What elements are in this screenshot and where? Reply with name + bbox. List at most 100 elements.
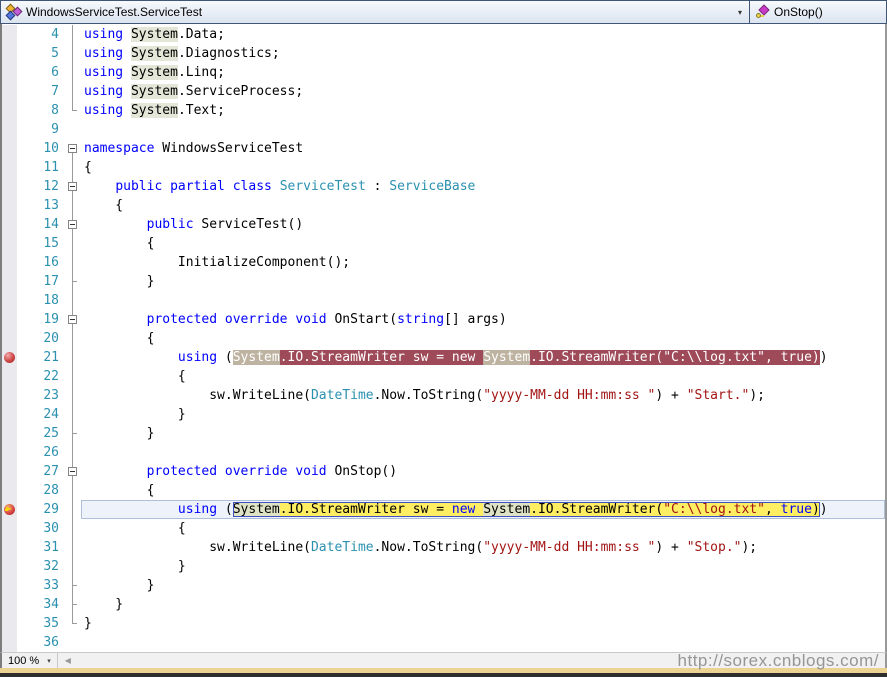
breakpoint-gutter-cell[interactable]	[2, 462, 17, 481]
code-text[interactable]: }	[81, 595, 885, 614]
code-text[interactable]: using (System.IO.StreamWriter sw = new S…	[81, 348, 885, 367]
breakpoint-gutter-cell[interactable]	[2, 557, 17, 576]
chevron-down-icon[interactable]: ▾	[738, 8, 744, 17]
line-number: 35	[17, 614, 64, 633]
breakpoint-gutter-cell[interactable]	[2, 44, 17, 63]
breakpoint-gutter-cell[interactable]	[2, 82, 17, 101]
collapse-icon[interactable]	[68, 144, 77, 153]
bottom-edge-strip	[0, 673, 887, 677]
code-text[interactable]: using System.Linq;	[81, 63, 885, 82]
breakpoint-gutter-cell[interactable]	[2, 405, 17, 424]
code-text[interactable]: {	[81, 196, 885, 215]
code-text[interactable]: namespace WindowsServiceTest	[81, 139, 885, 158]
breakpoint-gutter-cell[interactable]	[2, 614, 17, 633]
code-text[interactable]: }	[81, 405, 885, 424]
line-number: 36	[17, 633, 64, 652]
code-text[interactable]: public ServiceTest()	[81, 215, 885, 234]
code-text[interactable]: using System.Diagnostics;	[81, 44, 885, 63]
code-text[interactable]: }	[81, 557, 885, 576]
line-number: 14	[17, 215, 64, 234]
code-text[interactable]: sw.WriteLine(DateTime.Now.ToString("yyyy…	[81, 386, 885, 405]
code-text[interactable]: protected override void OnStop()	[81, 462, 885, 481]
outline-margin-cell	[64, 557, 81, 576]
code-text[interactable]: }	[81, 614, 885, 633]
code-text[interactable]: }	[81, 272, 885, 291]
line-number: 25	[17, 424, 64, 443]
code-text[interactable]: {	[81, 519, 885, 538]
code-text[interactable]: using System.ServiceProcess;	[81, 82, 885, 101]
code-text[interactable]: {	[81, 234, 885, 253]
breakpoint-gutter-cell[interactable]	[2, 500, 17, 519]
scrollbar-left-arrow-icon[interactable]: ◀	[58, 656, 71, 665]
code-text[interactable]: InitializeComponent();	[81, 253, 885, 272]
code-text[interactable]: sw.WriteLine(DateTime.Now.ToString("yyyy…	[81, 538, 885, 557]
breakpoint-gutter-cell[interactable]	[2, 310, 17, 329]
breakpoint-gutter-cell[interactable]	[2, 386, 17, 405]
outline-margin-cell	[64, 63, 81, 82]
breakpoint-gutter-cell[interactable]	[2, 348, 17, 367]
breakpoint-gutter-cell[interactable]	[2, 25, 17, 44]
code-text[interactable]: protected override void OnStart(string[]…	[81, 310, 885, 329]
code-text[interactable]: using System.Data;	[81, 25, 885, 44]
collapse-icon[interactable]	[68, 315, 77, 324]
collapse-icon[interactable]	[68, 467, 77, 476]
line-number: 13	[17, 196, 64, 215]
line-number: 28	[17, 481, 64, 500]
code-text[interactable]: {	[81, 367, 885, 386]
breakpoint-gutter-cell[interactable]	[2, 443, 17, 462]
code-line: 5using System.Diagnostics;	[2, 44, 885, 63]
code-text[interactable]: {	[81, 481, 885, 500]
breakpoint-gutter-cell[interactable]	[2, 595, 17, 614]
collapse-icon[interactable]	[68, 220, 77, 229]
outline-margin-cell	[64, 614, 81, 633]
breakpoint-gutter-cell[interactable]	[2, 120, 17, 139]
code-text[interactable]	[81, 120, 885, 139]
code-text[interactable]: }	[81, 576, 885, 595]
code-line: 27 protected override void OnStop()	[2, 462, 885, 481]
code-line: 6using System.Linq;	[2, 63, 885, 82]
breakpoint-gutter-cell[interactable]	[2, 177, 17, 196]
code-text[interactable]: using (System.IO.StreamWriter sw = new S…	[81, 500, 885, 519]
type-dropdown[interactable]: WindowsServiceTest.ServiceTest ▾	[1, 1, 750, 23]
code-text[interactable]	[81, 633, 885, 652]
zoom-select[interactable]: 100 % ▾	[2, 653, 57, 668]
current-statement-icon[interactable]	[4, 504, 15, 515]
breakpoint-gutter-cell[interactable]	[2, 234, 17, 253]
code-line: 18	[2, 291, 885, 310]
line-number: 23	[17, 386, 64, 405]
code-text[interactable]: {	[81, 329, 885, 348]
line-number: 16	[17, 253, 64, 272]
code-text[interactable]	[81, 443, 885, 462]
code-text[interactable]	[81, 291, 885, 310]
breakpoint-gutter-cell[interactable]	[2, 424, 17, 443]
breakpoint-gutter-cell[interactable]	[2, 215, 17, 234]
breakpoint-gutter-cell[interactable]	[2, 329, 17, 348]
member-dropdown[interactable]: OnStop()	[750, 1, 886, 23]
breakpoint-gutter-cell[interactable]	[2, 519, 17, 538]
breakpoint-gutter-cell[interactable]	[2, 253, 17, 272]
breakpoint-gutter-cell[interactable]	[2, 538, 17, 557]
breakpoint-gutter-cell[interactable]	[2, 196, 17, 215]
breakpoint-gutter-cell[interactable]	[2, 291, 17, 310]
outline-margin-cell	[64, 424, 81, 443]
breakpoint-gutter-cell[interactable]	[2, 63, 17, 82]
code-text[interactable]: {	[81, 158, 885, 177]
collapse-icon[interactable]	[68, 182, 77, 191]
breakpoint-gutter-cell[interactable]	[2, 139, 17, 158]
breakpoint-gutter-cell[interactable]	[2, 633, 17, 652]
breakpoint-gutter-cell[interactable]	[2, 101, 17, 120]
breakpoint-gutter-cell[interactable]	[2, 481, 17, 500]
code-line: 12 public partial class ServiceTest : Se…	[2, 177, 885, 196]
breakpoint-gutter-cell[interactable]	[2, 272, 17, 291]
code-area[interactable]: 4using System.Data;5using System.Diagnos…	[0, 24, 887, 652]
code-text[interactable]: using System.Text;	[81, 101, 885, 120]
code-text[interactable]: public partial class ServiceTest : Servi…	[81, 177, 885, 196]
line-number: 22	[17, 367, 64, 386]
breakpoint-gutter-cell[interactable]	[2, 158, 17, 177]
breakpoint-icon[interactable]	[4, 352, 15, 363]
breakpoint-gutter-cell[interactable]	[2, 367, 17, 386]
code-line: 4using System.Data;	[2, 25, 885, 44]
member-dropdown-label: OnStop()	[774, 5, 823, 19]
breakpoint-gutter-cell[interactable]	[2, 576, 17, 595]
code-text[interactable]: }	[81, 424, 885, 443]
